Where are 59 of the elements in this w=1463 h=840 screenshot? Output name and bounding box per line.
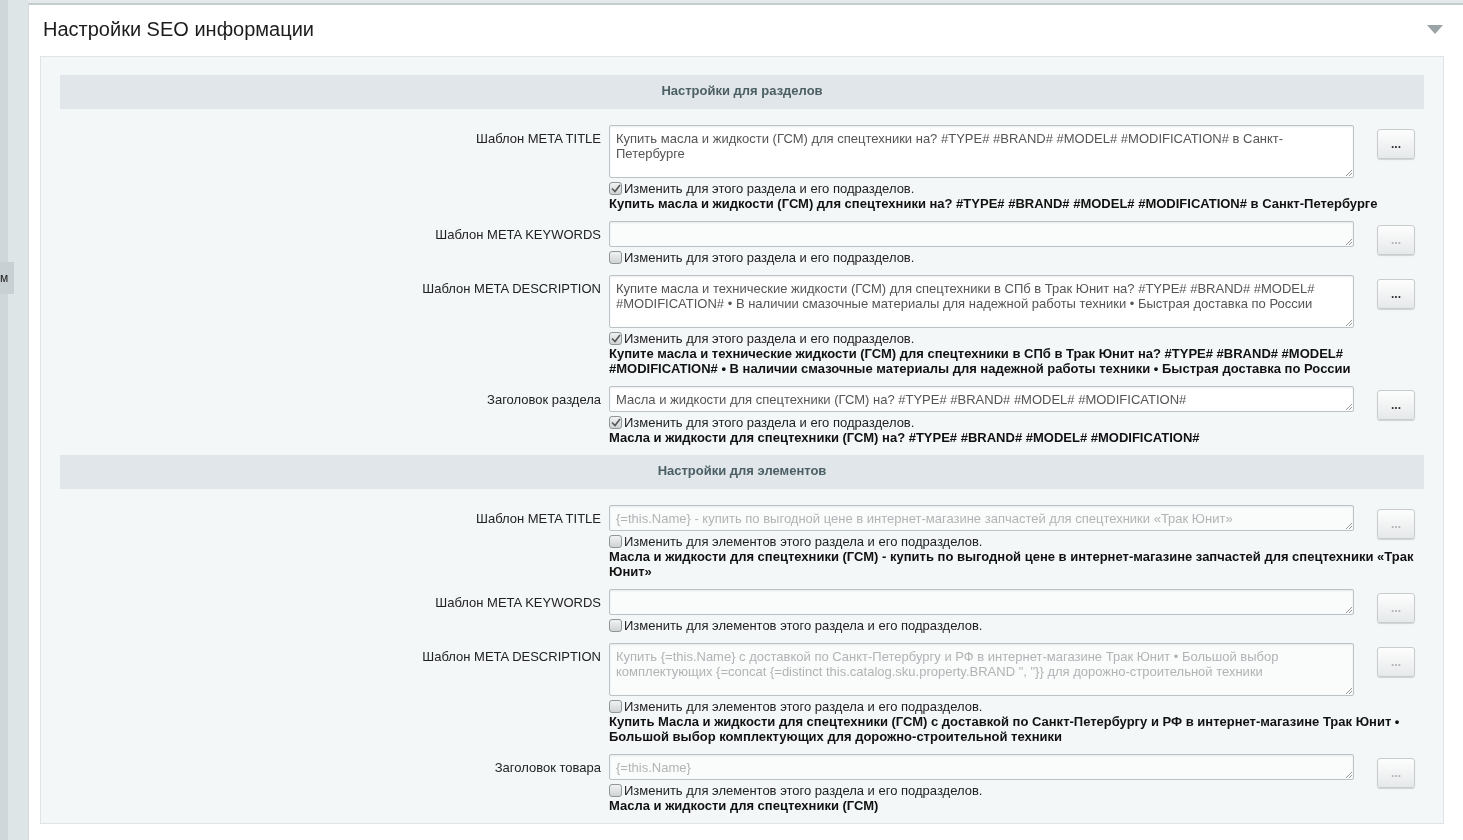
checkbox[interactable]	[609, 700, 622, 713]
resize-grip-icon[interactable]	[1345, 771, 1352, 778]
insert-macro-button[interactable]: ...	[1377, 225, 1415, 255]
template-field[interactable]	[609, 589, 1354, 615]
resize-grip-icon[interactable]	[1345, 169, 1352, 176]
field-label: Шаблон META TITLE	[476, 510, 601, 528]
insert-macro-button[interactable]: ...	[1377, 390, 1415, 420]
resize-grip-icon[interactable]	[1345, 606, 1352, 613]
field-label: Шаблон META KEYWORDS	[435, 594, 601, 612]
field-label: Шаблон META KEYWORDS	[435, 226, 601, 244]
template-field[interactable]: Масла и жидкости для спецтехники (ГСМ) на? #TYPE# #BRAND# #MODEL# #MODIFICATION#	[609, 386, 1354, 412]
checkbox-label: Изменить для этого раздела и его подразделов.	[624, 181, 915, 196]
checkbox-label: Изменить для элементов этого раздела и его подразделов.	[624, 783, 983, 798]
checkbox-label: Изменить для элементов этого раздела и его подразделов.	[624, 699, 983, 714]
resize-grip-icon[interactable]	[1345, 403, 1352, 410]
template-field[interactable]: {=this.Name} - купить по выгодной цене в интернет-магазине запчастей для спецтехники «Трак Юнит»	[609, 505, 1354, 531]
template-field[interactable]: {=this.Name}	[609, 754, 1354, 780]
checkbox-label: Изменить для элементов этого раздела и его подразделов.	[624, 618, 983, 633]
checkbox[interactable]	[609, 332, 622, 345]
checkbox[interactable]	[609, 251, 622, 264]
template-field[interactable]: Купить масла и жидкости (ГСМ) для спецтехники на? #TYPE# #BRAND# #MODEL# #MODIFICATION# в Санкт-Петербурге	[609, 125, 1354, 178]
checkbox-label: Изменить для этого раздела и его подразделов.	[624, 331, 915, 346]
section-header: Настройки для элементов	[60, 455, 1424, 489]
checkbox[interactable]	[609, 182, 622, 195]
template-field[interactable]: Купить {=this.Name} с доставкой по Санкт-Петербургу и РФ в интернет-магазине Трак Юнит • Большой выбор комплектующих {=concat {=distinct this.catalog.sku.property.BRAND ", "}} для дорожно-строительной техники	[609, 643, 1354, 696]
side-tab[interactable]: м	[0, 262, 14, 294]
resize-grip-icon[interactable]	[1345, 522, 1352, 529]
template-field[interactable]: Купите масла и технические жидкости (ГСМ) для спецтехники в СПб в Трак Юнит на? #TYPE# #BRAND# #MODEL# #MODIFICATION# • В наличии смазочные материалы для надежной работы техники • Быстрая доставка по России	[609, 275, 1354, 328]
insert-macro-button[interactable]: ...	[1377, 593, 1415, 623]
checkbox[interactable]	[609, 784, 622, 797]
collapse-icon[interactable]	[1427, 25, 1443, 34]
panel-title: Настройки SEO информации	[43, 17, 314, 41]
field-label: Шаблон META TITLE	[476, 130, 601, 148]
resize-grip-icon[interactable]	[1345, 238, 1352, 245]
template-field[interactable]	[609, 221, 1354, 247]
section-header: Настройки для разделов	[60, 75, 1424, 109]
preview-text: Масла и жидкости для спецтехники (ГСМ)	[609, 798, 879, 813]
preview-text: Масла и жидкости для спецтехники (ГСМ) - купить по выгодной цене в интернет-магазине запчастей для спецтехники «Трак Юнит»	[609, 549, 1415, 579]
insert-macro-button[interactable]: ...	[1377, 758, 1415, 788]
insert-macro-button[interactable]: ...	[1377, 509, 1415, 539]
field-label: Заголовок раздела	[487, 391, 601, 409]
insert-macro-button[interactable]: ...	[1377, 647, 1415, 677]
checkbox-label: Изменить для этого раздела и его подразделов.	[624, 415, 915, 430]
preview-text: Масла и жидкости для спецтехники (ГСМ) на? #TYPE# #BRAND# #MODEL# #MODIFICATION#	[609, 430, 1200, 445]
preview-text: Купить масла и жидкости (ГСМ) для спецтехники на? #TYPE# #BRAND# #MODEL# #MODIFICATION# в Санкт-Петербурге	[609, 196, 1378, 211]
field-label: Шаблон META DESCRIPTION	[422, 648, 601, 666]
field-label: Шаблон META DESCRIPTION	[422, 280, 601, 298]
preview-text: Купите масла и технические жидкости (ГСМ) для спецтехники в СПб в Трак Юнит на? #TYPE# #BRAND# #MODEL# #MODIFICATION# • В наличии смазочные материалы для надежной работы техники • Быстрая доставка по России	[609, 346, 1352, 376]
resize-grip-icon[interactable]	[1345, 319, 1352, 326]
checkbox[interactable]	[609, 535, 622, 548]
field-label: Заголовок товара	[494, 759, 601, 777]
insert-macro-button[interactable]: ...	[1377, 129, 1415, 159]
preview-text: Купить Масла и жидкости для спецтехники (ГСМ) с доставкой по Санкт-Петербургу и РФ в интернет-магазине Трак Юнит • Большой выбор комплектующих для дорожно-строительной техники	[609, 714, 1401, 744]
checkbox[interactable]	[609, 619, 622, 632]
checkbox-label: Изменить для этого раздела и его подразделов.	[624, 250, 915, 265]
checkbox[interactable]	[609, 416, 622, 429]
checkbox-label: Изменить для элементов этого раздела и его подразделов.	[624, 534, 983, 549]
resize-grip-icon[interactable]	[1345, 687, 1352, 694]
insert-macro-button[interactable]: ...	[1377, 279, 1415, 309]
